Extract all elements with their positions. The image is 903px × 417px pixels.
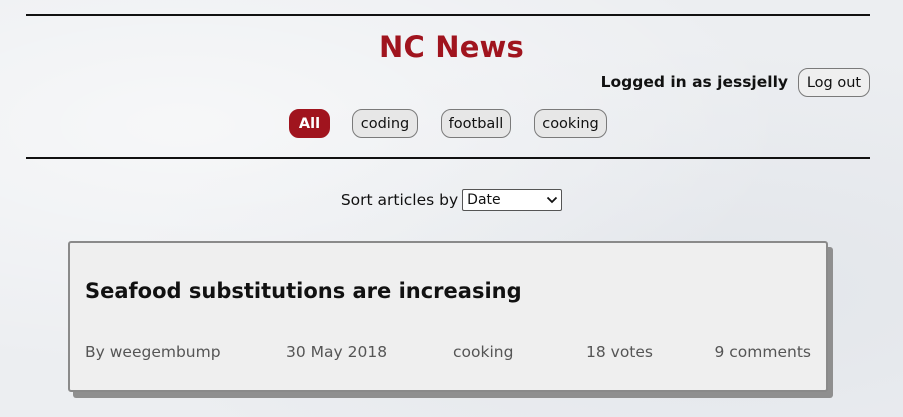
topic-button-cooking[interactable]: cooking xyxy=(534,109,607,138)
sort-select[interactable]: Date xyxy=(462,189,563,211)
article-votes: 18 votes xyxy=(586,343,653,361)
header-bottom-divider xyxy=(26,157,870,159)
article-card[interactable]: Seafood substitutions are increasing By … xyxy=(68,241,828,392)
topic-button-coding[interactable]: coding xyxy=(352,109,418,138)
sort-controls: Sort articles by Date xyxy=(0,189,903,211)
article-topic: cooking xyxy=(453,343,514,361)
article-comments: 9 comments xyxy=(714,343,811,361)
article-title[interactable]: Seafood substitutions are increasing xyxy=(85,279,522,303)
header-top-divider xyxy=(26,14,870,16)
chevron-down-icon xyxy=(546,196,558,204)
logout-button[interactable]: Log out xyxy=(798,68,870,97)
article-author: By weegembump xyxy=(85,343,221,361)
sort-label: Sort articles by xyxy=(340,191,459,209)
topic-button-football[interactable]: football xyxy=(441,109,511,138)
login-status: Logged in as jessjelly xyxy=(600,73,788,91)
site-title[interactable]: NC News xyxy=(0,30,903,64)
topic-button-all[interactable]: All xyxy=(289,109,330,138)
article-date: 30 May 2018 xyxy=(286,343,388,361)
topic-nav: All coding football cooking xyxy=(0,109,903,138)
sort-selected-value: Date xyxy=(467,192,501,208)
